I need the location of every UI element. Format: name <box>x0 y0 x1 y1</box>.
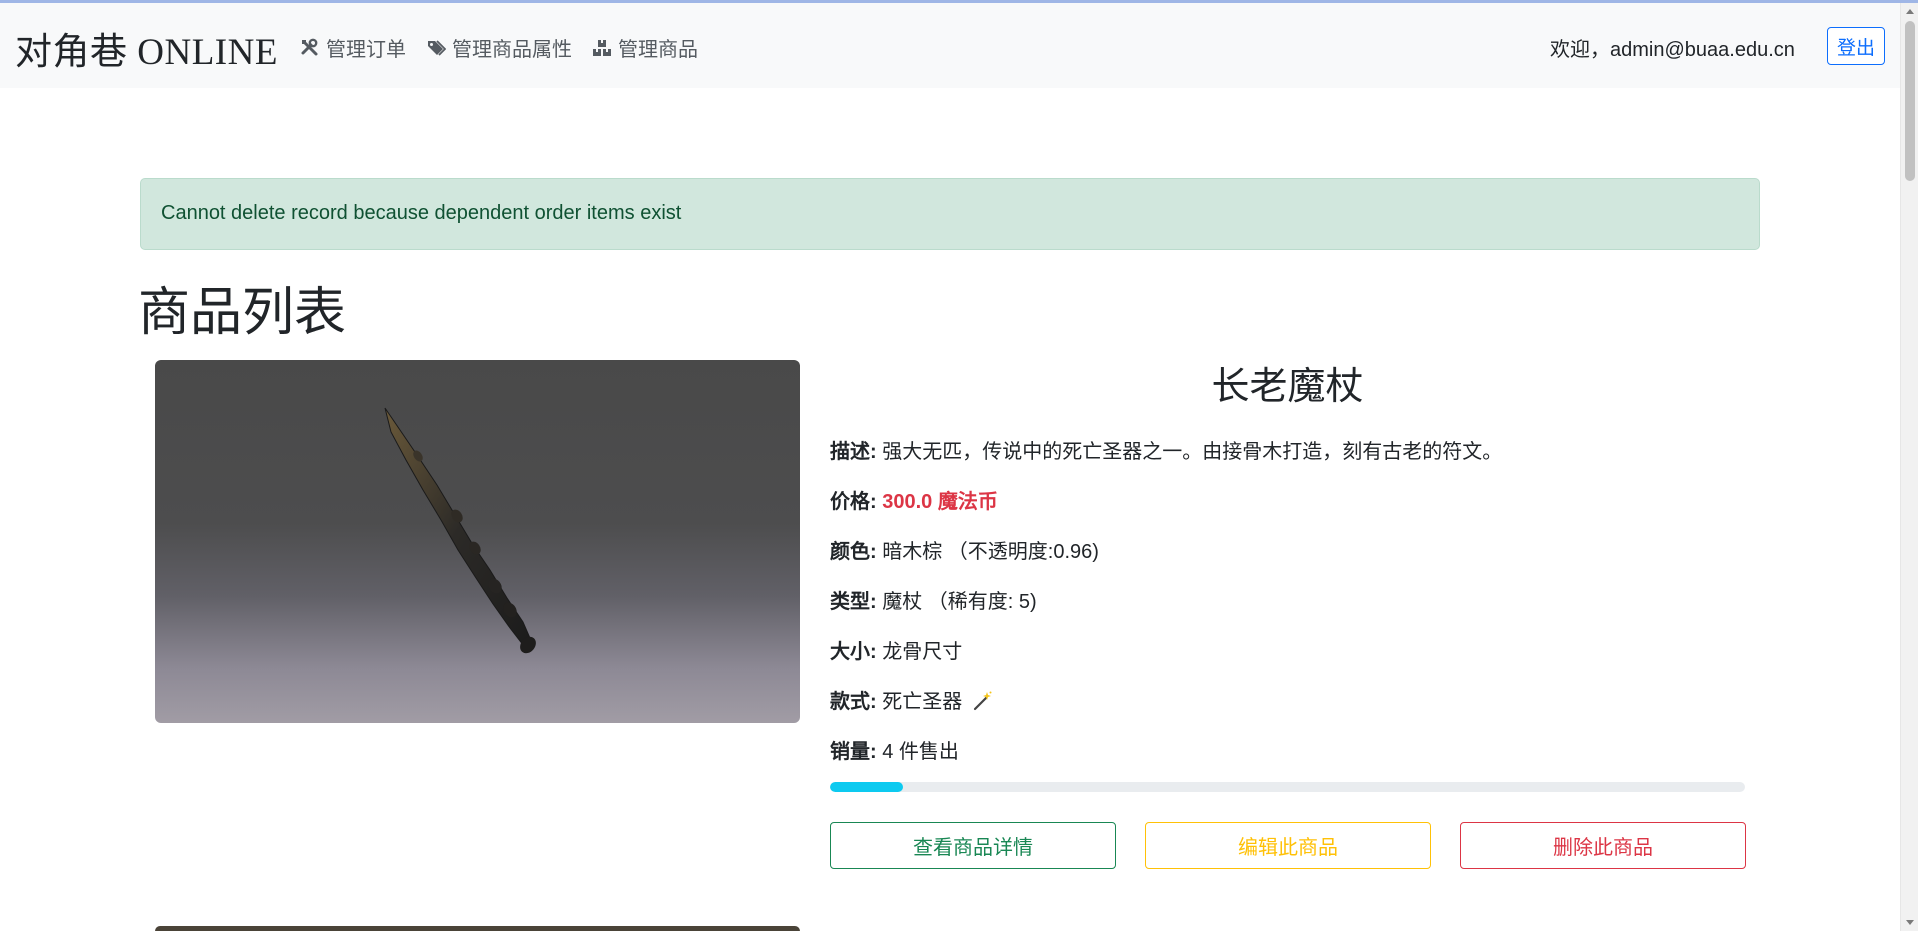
scroll-down-icon[interactable] <box>1906 920 1914 925</box>
size-label: 大小: <box>830 641 877 663</box>
description-value: 强大无匹，传说中的死亡圣器之一。由接骨木打造，刻有古老的符文。 <box>882 441 1503 463</box>
product-size: 大小: 龙骨尺寸 <box>830 635 962 664</box>
product-style: 款式: 死亡圣器 <box>830 685 992 714</box>
size-value: 龙骨尺寸 <box>882 641 963 663</box>
product-image <box>155 360 800 723</box>
sales-label: 销量: <box>830 741 877 763</box>
type-value: 魔杖 （稀有度: 5) <box>882 591 1037 613</box>
sales-value: 4 件售出 <box>882 741 959 763</box>
nav-manage-products-label: 管理商品 <box>618 39 698 61</box>
page-scrollbar[interactable] <box>1900 3 1918 931</box>
product-name: 长老魔杖 <box>1211 366 1364 408</box>
nav-manage-attributes-label: 管理商品属性 <box>452 39 572 61</box>
scroll-up-icon[interactable] <box>1906 9 1914 14</box>
type-label: 类型: <box>830 591 877 613</box>
view-details-button[interactable]: 查看商品详情 <box>830 822 1116 869</box>
product-color: 颜色: 暗木棕 （不透明度:0.96) <box>830 535 1099 564</box>
nav-manage-orders-label: 管理订单 <box>326 39 406 61</box>
style-value: 死亡圣器 <box>882 691 963 713</box>
nav-manage-attributes[interactable]: 管理商品属性 <box>426 33 572 62</box>
alert-message: Cannot delete record because dependent o… <box>140 178 1760 250</box>
next-product-image-edge <box>155 926 800 931</box>
style-label: 款式: <box>830 691 877 713</box>
magic-wand-icon <box>973 691 992 711</box>
nav-manage-products[interactable]: 管理商品 <box>592 33 698 62</box>
nav-manage-orders[interactable]: 管理订单 <box>300 33 406 62</box>
logout-button[interactable]: 登出 <box>1827 27 1885 65</box>
navbar: 对角巷 ONLINE 管理订单 管理商品属性 管理商品 欢迎，admin@bua… <box>0 3 1900 88</box>
product-description: 描述: 强大无匹，传说中的死亡圣器之一。由接骨木打造，刻有古老的符文。 <box>830 435 1502 464</box>
price-label: 价格: <box>830 491 877 513</box>
delete-product-button[interactable]: 删除此商品 <box>1460 822 1746 869</box>
sales-progress-bar <box>830 782 1745 792</box>
sales-progress-fill <box>830 782 904 792</box>
page-title: 商品列表 <box>138 284 347 342</box>
price-value: 300.0 魔法币 <box>882 491 998 513</box>
description-label: 描述: <box>830 441 877 463</box>
edit-product-button[interactable]: 编辑此商品 <box>1145 822 1431 869</box>
boxes-icon <box>593 39 611 56</box>
brand-logo[interactable]: 对角巷 ONLINE <box>15 21 278 75</box>
scroll-thumb[interactable] <box>1905 21 1915 181</box>
product-type: 类型: 魔杖 （稀有度: 5) <box>830 585 1037 614</box>
tools-icon <box>301 38 318 55</box>
elder-wand-image <box>384 407 536 654</box>
tags-icon <box>428 39 446 56</box>
welcome-text: 欢迎，admin@buaa.edu.cn <box>1550 39 1795 61</box>
product-sales: 销量: 4 件售出 <box>830 735 959 764</box>
color-value: 暗木棕 （不透明度:0.96) <box>882 541 1099 563</box>
product-price: 价格: 300.0 魔法币 <box>830 485 998 514</box>
color-label: 颜色: <box>830 541 877 563</box>
